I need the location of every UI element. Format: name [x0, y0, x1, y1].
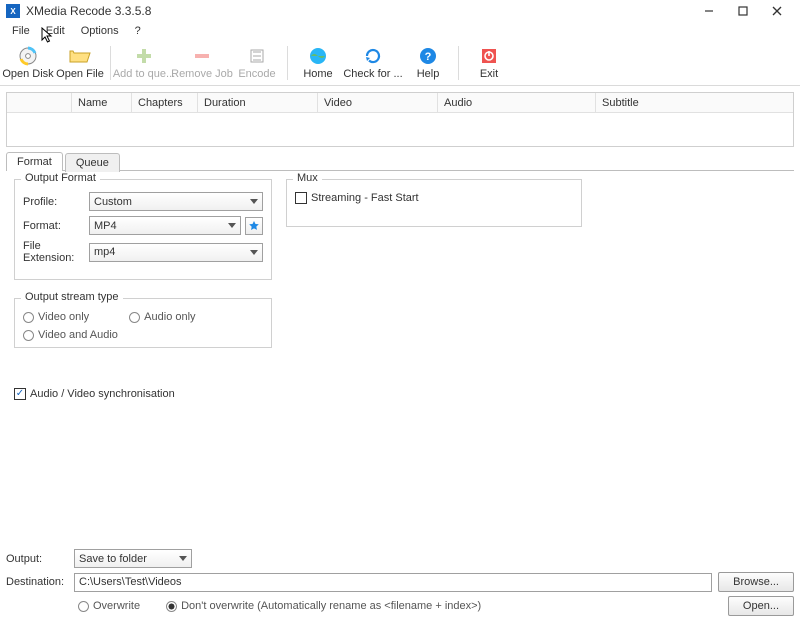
radio-dont-overwrite-label: Don't overwrite (Automatically rename as… [181, 600, 481, 612]
group-output-stream: Output stream type Video only Audio only… [14, 298, 272, 348]
tab-format[interactable]: Format [6, 152, 63, 171]
output-select[interactable]: Save to folder [74, 549, 192, 568]
favorite-button[interactable] [245, 217, 263, 235]
fast-start-label: Streaming - Fast Start [311, 192, 419, 204]
refresh-icon [363, 46, 383, 66]
maximize-button[interactable] [726, 1, 760, 21]
toolbar: Open Disk Open File Add to que... Remove… [0, 40, 800, 86]
fast-start-checkbox[interactable] [295, 192, 307, 204]
remove-job-button: Remove Job [173, 41, 231, 85]
radio-overwrite-label: Overwrite [93, 600, 140, 612]
folder-open-icon [69, 46, 91, 66]
plus-icon [135, 46, 153, 66]
extension-value: mp4 [94, 246, 115, 258]
exit-label: Exit [480, 68, 498, 80]
browse-button[interactable]: Browse... [718, 572, 794, 592]
destination-label: Destination: [6, 576, 74, 588]
home-button[interactable]: Home [292, 41, 344, 85]
open-disk-label: Open Disk [2, 68, 53, 80]
open-disk-button[interactable]: Open Disk [2, 41, 54, 85]
bottom-panel: Output: Save to folder Destination: C:\U… [0, 545, 800, 626]
menu-help[interactable]: ? [127, 23, 149, 39]
exit-button[interactable]: Exit [463, 41, 515, 85]
format-value: MP4 [94, 220, 117, 232]
toolbar-separator [110, 46, 111, 80]
radio-audio-only-label: Audio only [144, 311, 195, 323]
menu-file[interactable]: File [4, 23, 38, 39]
group-output-format: Output Format Profile: Custom Format: MP… [14, 179, 272, 280]
star-icon [248, 220, 260, 232]
col-name[interactable]: Name [72, 93, 132, 113]
radio-video-and-audio-label: Video and Audio [38, 329, 118, 341]
radio-video-and-audio[interactable]: Video and Audio [23, 329, 263, 341]
profile-select[interactable]: Custom [89, 192, 263, 211]
open-file-button[interactable]: Open File [54, 41, 106, 85]
check-for-update-button[interactable]: Check for ... [344, 41, 402, 85]
col-subtitle[interactable]: Subtitle [596, 93, 793, 113]
add-to-queue-button: Add to que... [115, 41, 173, 85]
group-mux: Mux Streaming - Fast Start [286, 179, 582, 227]
globe-icon [308, 46, 328, 66]
menubar: File Edit Options ? [0, 22, 800, 40]
menu-options[interactable]: Options [73, 23, 127, 39]
open-button[interactable]: Open... [728, 596, 794, 616]
toolbar-separator [458, 46, 459, 80]
destination-field[interactable]: C:\Users\Test\Videos [74, 573, 712, 592]
col-audio[interactable]: Audio [438, 93, 596, 113]
legend-mux: Mux [293, 172, 322, 184]
help-button[interactable]: ? Help [402, 41, 454, 85]
home-label: Home [303, 68, 332, 80]
app-icon: X [6, 4, 20, 18]
legend-stream: Output stream type [21, 291, 123, 303]
file-table[interactable]: Name Chapters Duration Video Audio Subti… [6, 92, 794, 147]
format-select[interactable]: MP4 [89, 216, 241, 235]
extension-label: File Extension: [23, 240, 89, 264]
disc-icon [18, 46, 38, 66]
output-label: Output: [6, 553, 74, 565]
help-label: Help [417, 68, 440, 80]
av-sync-checkbox[interactable] [14, 388, 26, 400]
radio-dont-overwrite[interactable]: Don't overwrite (Automatically rename as… [166, 600, 481, 612]
encode-icon [248, 46, 266, 66]
toolbar-separator [287, 46, 288, 80]
check-for-update-label: Check for ... [343, 68, 402, 80]
legend-output-format: Output Format [21, 172, 100, 184]
radio-overwrite[interactable]: Overwrite [78, 600, 140, 612]
encode-button: Encode [231, 41, 283, 85]
radio-audio-only[interactable]: Audio only [129, 311, 195, 323]
exit-icon [480, 46, 498, 66]
tab-queue[interactable]: Queue [65, 153, 120, 172]
menu-edit[interactable]: Edit [38, 23, 73, 39]
svg-text:?: ? [425, 51, 432, 63]
minimize-button[interactable] [692, 1, 726, 21]
tabs: Format Queue [6, 151, 794, 170]
window-title: XMedia Recode 3.3.5.8 [26, 4, 692, 18]
titlebar: X XMedia Recode 3.3.5.8 [0, 0, 800, 22]
remove-job-label: Remove Job [171, 68, 233, 80]
output-value: Save to folder [79, 553, 147, 565]
add-to-queue-label: Add to que... [113, 68, 175, 80]
help-icon: ? [418, 46, 438, 66]
close-button[interactable] [760, 1, 794, 21]
table-header: Name Chapters Duration Video Audio Subti… [7, 93, 793, 113]
destination-value: C:\Users\Test\Videos [79, 576, 182, 588]
radio-video-only[interactable]: Video only [23, 311, 89, 323]
profile-label: Profile: [23, 196, 89, 208]
open-file-label: Open File [56, 68, 104, 80]
col-blank[interactable] [7, 93, 72, 113]
extension-select[interactable]: mp4 [89, 243, 263, 262]
col-chapters[interactable]: Chapters [132, 93, 198, 113]
profile-value: Custom [94, 196, 132, 208]
radio-video-only-label: Video only [38, 311, 89, 323]
format-label: Format: [23, 220, 89, 232]
col-duration[interactable]: Duration [198, 93, 318, 113]
minus-icon [193, 46, 211, 66]
col-video[interactable]: Video [318, 93, 438, 113]
av-sync-label: Audio / Video synchronisation [30, 388, 175, 400]
tab-panel-format: Output Format Profile: Custom Format: MP… [6, 170, 794, 558]
encode-label: Encode [238, 68, 275, 80]
